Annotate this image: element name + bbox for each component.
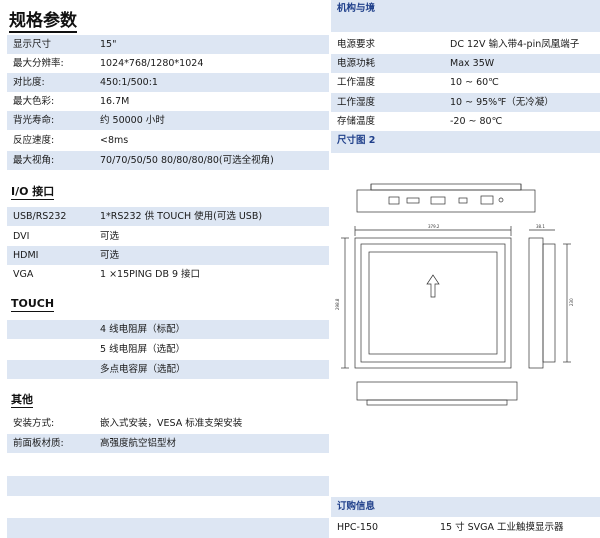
env-row-op-temp: 工作温度 10 ~ 60℃ — [337, 77, 499, 88]
touch-row-4wire: 4 线电阻屏（标配） — [7, 320, 329, 339]
drawing-heading: 尺寸图 2 — [331, 131, 600, 153]
front-view-frame — [354, 237, 512, 369]
touch-heading: TOUCH — [11, 297, 55, 312]
order-heading: 订购信息 — [331, 497, 600, 517]
page-title: 规格参数 — [9, 11, 77, 33]
io-row-dvi: DVI 可选 — [13, 231, 120, 242]
empty-band — [7, 518, 329, 538]
env-row-humidity: 工作湿度 10 ~ 95%℉（无冷凝） — [331, 93, 600, 112]
bottom-view — [356, 381, 518, 401]
other-row-mounting: 安装方式: 嵌入式安装，VESA 标准支架安装 — [13, 418, 243, 429]
front-view-screen — [368, 251, 498, 355]
dimension-drawing: 379.2 298.8 230 38.1 — [335, 183, 574, 406]
spec-row-contrast: 对比度: 450:1/500:1 — [7, 73, 329, 92]
io-heading: I/O 接口 — [11, 185, 55, 200]
top-view-body — [356, 189, 536, 213]
env-row-storage-temp: 存储温度 -20 ~ 80℃ — [337, 116, 503, 127]
spec-row-resolution: 最大分辨率: 1024*768/1280*1024 — [13, 58, 204, 69]
env-heading: 机构与境 — [331, 0, 600, 32]
io-row-usb: USB/RS232 1*RS232 供 TOUCH 使用(可选 USB) — [7, 207, 329, 226]
dim-depth-label: 38.1 — [536, 224, 545, 229]
env-row-power: 电源要求 DC 12V 输入带4-pin凤凰端子 — [337, 39, 580, 50]
env-row-consumption: 电源功耗 Max 35W — [331, 54, 600, 73]
dim-height-label: 298.8 — [335, 298, 340, 310]
spec-row-size: 显示尺寸 15" — [7, 35, 329, 54]
io-row-vga: VGA 1 ×15PING DB 9 接口 — [13, 269, 201, 280]
up-arrow-icon — [426, 274, 440, 298]
spec-row-viewing-angle: 最大视角: 70/70/50/50 80/80/80/80(可选全视角) — [7, 151, 329, 170]
io-row-hdmi: HDMI 可选 — [7, 246, 329, 265]
spec-row-backlight: 背光寿命: 约 50000 小时 — [7, 111, 329, 130]
touch-row-5wire: 5 线电阻屏（选配） — [100, 344, 186, 355]
touch-row-capacitive: 多点电容屏（选配） — [7, 360, 329, 379]
empty-band — [7, 476, 329, 496]
side-view — [528, 237, 544, 369]
dim-width-label: 379.2 — [428, 224, 440, 229]
top-view-lip — [370, 183, 522, 191]
other-heading: 其他 — [11, 393, 33, 408]
order-row: HPC-150 15 寸 SVGA 工业触摸显示器 — [337, 522, 564, 533]
other-row-panel: 前面板材质: 高强度航空铝型材 — [7, 434, 329, 453]
spec-row-colors: 最大色彩: 16.7M — [13, 96, 130, 107]
dim-inner-height-label: 230 — [569, 298, 574, 306]
spec-row-response: 反应速度: <8ms — [13, 135, 129, 146]
